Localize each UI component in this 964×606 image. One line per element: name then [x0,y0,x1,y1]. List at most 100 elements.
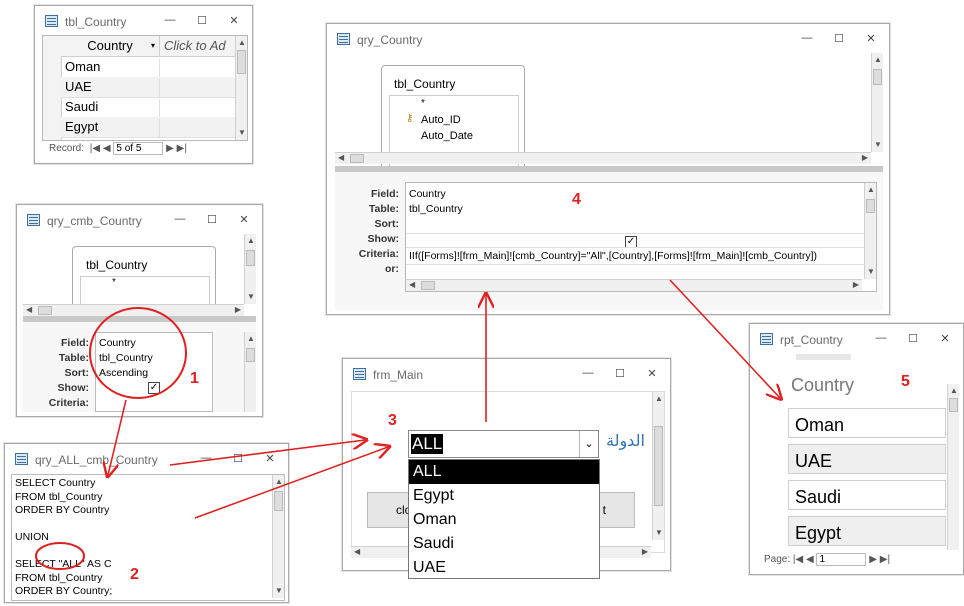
close-button[interactable]: ✕ [644,367,660,380]
first-record-icon[interactable]: |◀ [90,143,100,154]
datasheet: Country ▾ Click to Ad Oman UAE Saudi Egypt … [42,35,248,141]
table-box-title: tbl_Country [86,258,148,272]
maximize-button[interactable]: ☐ [230,452,246,465]
vertical-scrollbar[interactable]: ▲ ▼ [244,234,256,304]
sql-line[interactable]: SELECT "ALL" AS C [15,558,112,572]
column-header-add[interactable]: Click to Ad [160,36,244,57]
table-pane: tbl_Country * ⚷ Auto_ID Auto_Date ▲ ▼ ◀ … [335,53,883,166]
dropdown-option[interactable]: Oman [409,508,599,532]
rpt-country-window: rpt_Country — ☐ ✕ Country Oman UAE Saudi Eg… [749,323,964,575]
last-page-icon[interactable]: ▶| [880,554,890,565]
vertical-scrollbar[interactable]: ▲ [947,384,959,550]
maximize-button[interactable]: ☐ [612,367,628,380]
window-title: qry_ALL_cmb_Country [35,453,158,467]
next-record-icon[interactable]: ▶ [166,143,174,154]
show-checkbox[interactable]: ✓ [148,381,160,394]
tbl-country-window: tbl_Country — ☐ ✕ Country ▾ Click to Ad … [34,5,253,164]
table-pane: tbl_Country * ▲ ▼ ◀ ▶ [23,234,256,316]
close-button[interactable]: ✕ [236,213,252,226]
country-cell[interactable]: Saudi [65,99,160,117]
dropdown-option[interactable]: Egypt [409,484,599,508]
page-navigator: Page: |◀ ◀ 1 ▶ ▶| [764,553,891,566]
minimize-button[interactable]: — [162,14,178,27]
close-button[interactable]: ✕ [226,14,242,27]
vertical-scrollbar[interactable]: ▲ ▼ [272,475,284,598]
table-row[interactable]: UAE [61,77,235,98]
vertical-scrollbar[interactable]: ▲ ▼ [864,183,876,279]
chevron-down-icon[interactable]: ⌄ [579,431,598,457]
maximize-button[interactable]: ☐ [905,332,921,345]
sql-line[interactable]: SELECT Country [15,477,112,491]
query-icon [15,453,28,465]
country-combo[interactable]: ALL ⌄ [408,430,599,458]
country-cell[interactable]: Oman [65,59,160,77]
field-star[interactable]: * [421,98,425,109]
horizontal-scrollbar[interactable]: ◀ ▶ [335,152,871,164]
chevron-down-icon[interactable]: ▾ [151,36,155,56]
country-cell[interactable]: UAE [65,79,160,97]
design-grid: Field: Table: Sort: Show: Criteria: or: … [335,172,883,310]
table-row[interactable]: Egypt [61,117,235,138]
sql-text[interactable]: SELECT Country FROM tbl_Country ORDER BY C… [15,477,112,599]
vertical-scrollbar[interactable]: ▲ ▼ [871,53,883,152]
minimize-button[interactable]: — [172,213,188,226]
titlebar: qry_Country — ☐ ✕ [327,24,889,54]
prev-record-icon[interactable]: ◀ [103,143,111,154]
minimize-button[interactable]: — [799,32,815,45]
minimize-button[interactable]: — [873,332,889,345]
table-box[interactable]: tbl_Country * ⚷ Auto_ID Auto_Date [381,65,525,166]
sql-line[interactable]: ORDER BY Country [15,504,112,518]
horizontal-scrollbar[interactable]: ◀ ▶ [406,279,862,291]
sql-line[interactable]: UNION [15,531,112,545]
field-star[interactable]: * [112,277,116,288]
vertical-scrollbar[interactable]: ▲ [244,332,256,412]
table-row[interactable]: Saudi [61,97,235,118]
scroll-up-icon[interactable]: ▲ [238,38,246,48]
vertical-scrollbar[interactable]: ▲ ▼ [235,36,247,140]
close-button[interactable]: ✕ [863,32,879,45]
window-title: rpt_Country [780,333,843,347]
next-page-icon[interactable]: ▶ [869,554,877,565]
page-number-field[interactable]: 1 [816,553,867,566]
record-number-field[interactable]: 5 of 5 [113,142,164,155]
country-cell[interactable]: Egypt [65,119,160,137]
scroll-down-icon[interactable]: ▼ [238,128,246,138]
report-icon [760,333,773,345]
column-header-country[interactable]: Country ▾ [61,36,160,57]
report-header: Country [791,375,855,395]
dropdown-option[interactable]: Saudi [409,532,599,556]
annotation-5: 5 [901,373,910,390]
table-row[interactable]: Oman [61,57,235,78]
maximize-button[interactable]: ☐ [831,32,847,45]
field-auto-id[interactable]: Auto_ID [421,114,461,126]
minimize-button[interactable]: — [580,367,596,380]
annotation-4: 4 [572,191,581,208]
report-row: Oman [788,408,946,438]
field-auto-date[interactable]: Auto_Date [421,130,473,142]
prev-page-icon[interactable]: ◀ [806,554,814,565]
close-button[interactable]: ✕ [937,332,953,345]
vertical-scrollbar[interactable]: ▲ ▼ [652,392,664,540]
dropdown-option[interactable]: UAE [409,556,599,580]
horizontal-scrollbar[interactable]: ◀ ▶ [23,304,244,316]
last-record-icon[interactable]: ▶| [177,143,187,154]
maximize-button[interactable]: ☐ [204,213,220,226]
dropdown-option[interactable]: ALL [409,460,599,484]
sql-line[interactable] [15,518,112,532]
sql-line[interactable]: FROM tbl_Country [15,491,112,505]
titlebar: qry_ALL_cmb_Country — ☐ ✕ [5,444,288,474]
sql-line[interactable]: ORDER BY Country; [15,585,112,599]
window-title: qry_Country [357,33,423,47]
sql-editor[interactable]: SELECT Country FROM tbl_Country ORDER BY C… [11,474,285,601]
close-button[interactable]: ✕ [262,452,278,465]
sql-line[interactable]: FROM tbl_Country [15,572,112,586]
maximize-button[interactable]: ☐ [194,14,210,27]
minimize-button[interactable]: — [198,452,214,465]
sql-line[interactable] [15,545,112,559]
first-page-icon[interactable]: |◀ [793,554,803,565]
country-combo-label: الدولة [606,431,645,450]
annotation-1: 1 [190,370,199,387]
grid-column-1[interactable]: Country tbl_Country ✓ IIf([Forms]![frm_M… [405,182,877,292]
key-icon: ⚷ [406,113,414,124]
report-row: Egypt [788,516,946,546]
